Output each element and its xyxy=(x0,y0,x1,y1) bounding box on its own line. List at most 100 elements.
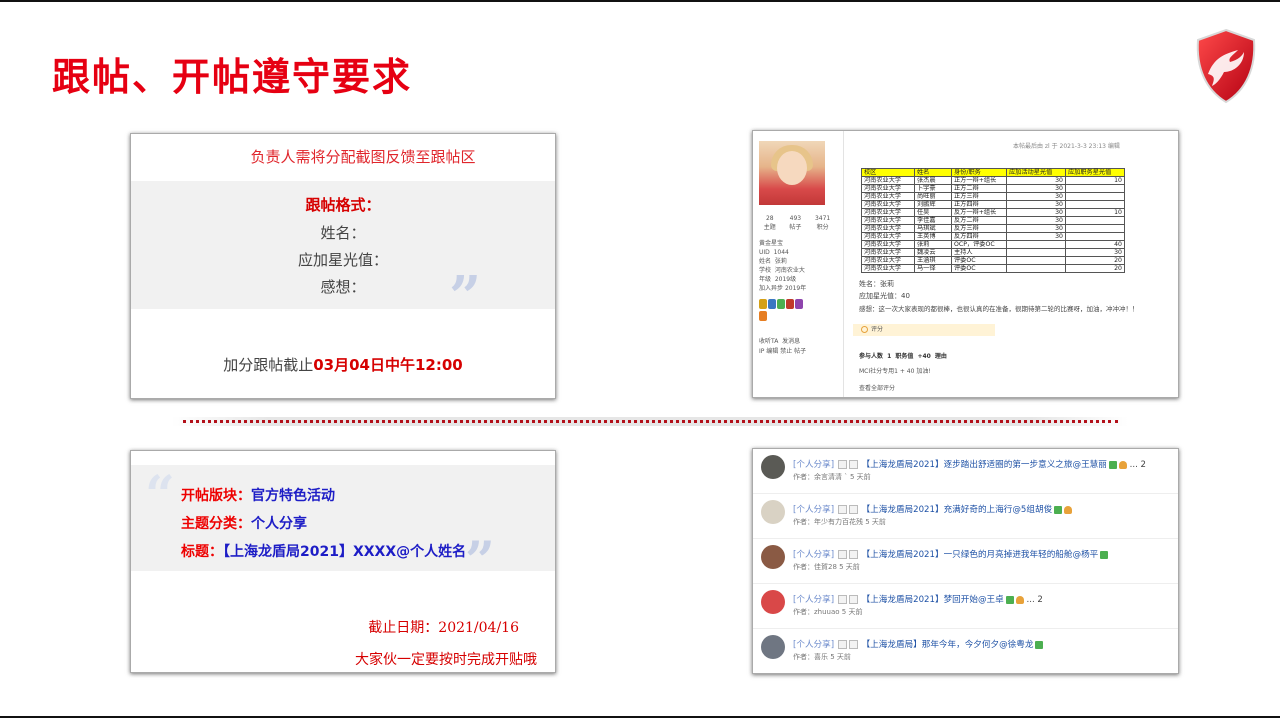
attachment-icon xyxy=(837,595,847,604)
table-cell: 10 xyxy=(1065,176,1125,185)
thread-category[interactable]: [个人分享] xyxy=(793,460,834,470)
top-rule xyxy=(0,0,1280,2)
rate-button[interactable]: 评分 xyxy=(853,324,995,336)
table-cell: 河南农业大学 xyxy=(861,256,915,265)
table-cell: 张莉 xyxy=(914,240,952,249)
table-cell xyxy=(1006,248,1066,257)
image-badge-icon xyxy=(1054,505,1063,514)
thread-author: 作者：喜乐 5 天前 xyxy=(793,653,851,661)
slide-title: 跟帖、开帖遵守要求 xyxy=(52,55,413,99)
table-cell: 反方二辩 xyxy=(951,216,1007,225)
format-star-line: 应加星光值： xyxy=(297,251,388,269)
close-quote-icon: ” xyxy=(449,264,482,330)
table-cell: 评委OC xyxy=(951,264,1007,273)
thread-item[interactable]: [个人分享] 【上海龙盾局2021】充满好奇的上海行@5组胡俊 作者：年少有力百… xyxy=(753,494,1178,539)
title-line: 标题：【上海龙盾局2021】XXXX@个人姓名 xyxy=(181,544,467,560)
author-avatar[interactable] xyxy=(761,455,785,479)
thread-title[interactable]: 【上海龙盾局2021】充满好奇的上海行@5组胡俊 xyxy=(862,505,1053,515)
table-cell: 河南农业大学 xyxy=(861,264,915,273)
thread-pages[interactable]: ... 2 xyxy=(1026,595,1042,605)
thread-item[interactable]: [个人分享] 【上海龙盾局2021】逐步踏出舒适圈的第一步意义之旅@王慧丽 ..… xyxy=(753,449,1178,494)
author-avatar[interactable] xyxy=(761,500,785,524)
table-cell: 正方四辩 xyxy=(951,200,1007,209)
thread-category[interactable]: [个人分享] xyxy=(793,505,834,515)
table-cell: 河南农业大学 xyxy=(861,176,915,185)
table-cell: 张杰晨 xyxy=(914,176,952,185)
table-cell: OCP，评委OC xyxy=(951,240,1007,249)
bottom-rule xyxy=(0,716,1280,718)
rate-row: MCI社分专用1 + 40 加油! xyxy=(859,368,931,375)
view-all-ratings-link[interactable]: 查看全部评分 xyxy=(859,383,895,392)
attachment-icon xyxy=(837,640,847,649)
table-cell: 正方三辩 xyxy=(951,192,1007,201)
thread-title-line[interactable]: [个人分享] 【上海龙盾局2021】一只绿色的月亮掉进我年轻的船舱@杨平 xyxy=(793,548,1109,560)
table-cell: 河南农业大学 xyxy=(861,240,915,249)
checkbox-icon[interactable] xyxy=(848,640,858,649)
table-row: 河南农业大学 张莉 OCP，评委OC 40 xyxy=(861,240,1125,249)
format-label: 跟帖格式： xyxy=(305,196,381,214)
thread-author: 作者：zhuuao 5 天前 xyxy=(793,608,863,616)
checkbox-icon[interactable] xyxy=(848,595,858,604)
new-thread-format-card: “ ” 开帖版块：官方特色活动 主题分类：个人分享 标题：【上海龙盾局2021】… xyxy=(130,450,556,673)
table-header-cell: 应加职务星光值 xyxy=(1065,168,1125,177)
thread-title-line[interactable]: [个人分享] 【上海龙盾局2021】逐步踏出舒适圈的第一步意义之旅@王慧丽 ..… xyxy=(793,458,1146,470)
format-name-line: 姓名： xyxy=(320,224,366,242)
user-actions[interactable]: 收听TA 发消息 IP 编辑 禁止 帖子 xyxy=(759,337,806,357)
table-row: 河南农业大学 王英博 反方四辩 30 xyxy=(861,232,1125,241)
author-avatar[interactable] xyxy=(761,635,785,659)
thread-item[interactable]: [个人分享] 【上海龙盾局】那年今年，今夕何夕@徐粤龙 作者：喜乐 5 天前 xyxy=(753,629,1178,673)
table-row: 河南农业大学 张杰晨 正方一辩+组长 30 10 xyxy=(861,176,1125,185)
table-cell: 30 xyxy=(1006,208,1066,217)
table-row: 河南农业大学 王涵琪 评委OC 20 xyxy=(861,256,1125,265)
thread-title[interactable]: 【上海龙盾局】那年今年，今夕何夕@徐粤龙 xyxy=(862,640,1034,650)
reply-format-card: 负责人需将分配截图反馈至跟帖区 跟帖格式： 姓名： 应加星光值： 感想： ” 加… xyxy=(130,133,556,399)
reply-instruction: 负责人需将分配截图反馈至跟帖区 xyxy=(250,148,476,166)
thread-title-line[interactable]: [个人分享] 【上海龙盾局】那年今年，今夕何夕@徐粤龙 xyxy=(793,638,1044,650)
thread-category[interactable]: [个人分享] xyxy=(793,640,834,650)
thread-reminder: 大家伙一定要按时完成开贴哦 xyxy=(355,652,537,668)
board-line: 开帖版块：官方特色活动 xyxy=(181,488,335,504)
table-cell: 河南农业大学 xyxy=(861,192,915,201)
table-cell: 20 xyxy=(1065,264,1125,273)
thread-author: 作者：佳賀28 5 天前 xyxy=(793,563,860,571)
table-header-cell: 姓名 xyxy=(914,168,952,177)
thread-title[interactable]: 【上海龙盾局2021】梦回开始@王卓 xyxy=(862,595,1004,605)
table-cell: 河南农业大学 xyxy=(861,224,915,233)
thread-title[interactable]: 【上海龙盾局2021】一只绿色的月亮掉进我年轻的船舱@杨平 xyxy=(862,550,1099,560)
post-star: 应加星光值：40 xyxy=(859,292,910,300)
table-cell: 反方四辩 xyxy=(951,232,1007,241)
checkbox-icon[interactable] xyxy=(848,460,858,469)
table-cell: 评委OC xyxy=(951,256,1007,265)
table-cell: 马琪斌 xyxy=(914,224,952,233)
table-cell xyxy=(1065,216,1125,225)
table-row: 河南农业大学 魏凌云 主持人 30 xyxy=(861,248,1125,257)
thread-item[interactable]: [个人分享] 【上海龙盾局2021】一只绿色的月亮掉进我年轻的船舱@杨平 作者：… xyxy=(753,539,1178,584)
thread-category[interactable]: [个人分享] xyxy=(793,550,834,560)
table-cell: 河南农业大学 xyxy=(861,248,915,257)
category-line: 主题分类：个人分享 xyxy=(181,516,307,532)
medal-icons xyxy=(759,299,839,323)
reply-deadline: 加分跟帖截止03月04日中午12:00 xyxy=(223,356,463,374)
table-cell: 河南农业大学 xyxy=(861,208,915,217)
checkbox-icon[interactable] xyxy=(848,505,858,514)
table-cell: 30 xyxy=(1006,200,1066,209)
table-row: 河南农业大学 李佳嘉 反方二辩 30 xyxy=(861,216,1125,225)
image-badge-icon xyxy=(1100,550,1109,559)
table-cell: 河南农业大学 xyxy=(861,200,915,209)
table-cell: 20 xyxy=(1065,256,1125,265)
thread-title[interactable]: 【上海龙盾局2021】逐步踏出舒适圈的第一步意义之旅@王慧丽 xyxy=(862,460,1107,470)
checkbox-icon[interactable] xyxy=(848,550,858,559)
author-avatar[interactable] xyxy=(761,545,785,569)
table-cell xyxy=(1065,224,1125,233)
author-avatar[interactable] xyxy=(761,590,785,614)
thread-category[interactable]: [个人分享] xyxy=(793,595,834,605)
table-cell: 30 xyxy=(1006,224,1066,233)
table-cell: 30 xyxy=(1006,192,1066,201)
table-cell: 河南农业大学 xyxy=(861,232,915,241)
thread-title-line[interactable]: [个人分享] 【上海龙盾局2021】充满好奇的上海行@5组胡俊 xyxy=(793,503,1073,515)
thread-title-line[interactable]: [个人分享] 【上海龙盾局2021】梦回开始@王卓 ... 2 xyxy=(793,593,1043,605)
thread-pages[interactable]: ... 2 xyxy=(1130,460,1146,470)
user-avatar xyxy=(759,141,825,205)
user-info: 黄金星宝 UID 1044 姓名 张莉 学校 河南农业大 年级 2019级 加入… xyxy=(759,240,807,292)
thread-item[interactable]: [个人分享] 【上海龙盾局2021】梦回开始@王卓 ... 2 作者：zhuuao… xyxy=(753,584,1178,629)
